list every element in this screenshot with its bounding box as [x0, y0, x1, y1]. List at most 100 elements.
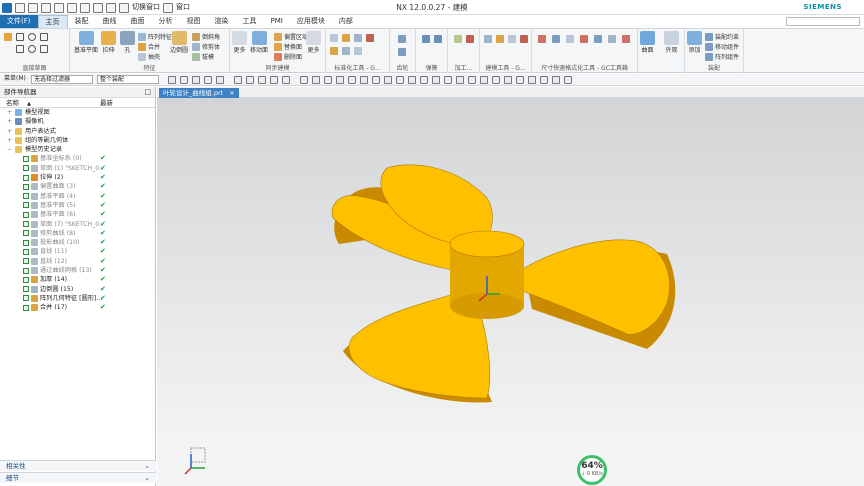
tab-8[interactable]: 工具: [236, 15, 264, 28]
array-component-button[interactable]: 阵列组件: [705, 52, 739, 61]
select-icon[interactable]: [192, 76, 200, 84]
snap-icon[interactable]: [384, 76, 392, 84]
propeller-model[interactable]: [157, 98, 864, 486]
tab-6[interactable]: 视图: [180, 15, 208, 28]
shell-button[interactable]: 抽壳: [138, 52, 160, 61]
chevron-down-icon[interactable]: ⌄: [145, 461, 150, 472]
expand-icon[interactable]: +: [7, 136, 13, 145]
snap-icon[interactable]: [324, 76, 332, 84]
selection-filter-dropdown[interactable]: 无选择过滤器: [31, 75, 93, 84]
draft-button[interactable]: 拔模: [192, 52, 214, 61]
feature-checkbox[interactable]: [23, 239, 29, 246]
snap-icon[interactable]: [456, 76, 464, 84]
datum-plane-button[interactable]: 基准平面: [74, 31, 98, 54]
gear-icon[interactable]: [398, 48, 406, 56]
chevron-down-icon[interactable]: ⌄: [145, 473, 150, 484]
snap-icon[interactable]: [336, 76, 344, 84]
view-icon[interactable]: [234, 76, 242, 84]
feature-row[interactable]: 草图 (7) "SKETCH_0... ✔: [0, 220, 155, 229]
snap-icon[interactable]: [540, 76, 548, 84]
gear-icon[interactable]: [398, 35, 406, 43]
feature-row[interactable]: 草图 (1) "SKETCH_0... ✔: [0, 164, 155, 173]
rectangle-icon[interactable]: [16, 45, 24, 53]
snap-icon[interactable]: [480, 76, 488, 84]
graphics-viewport[interactable]: 64% ↓ 0 KB/s: [157, 98, 864, 486]
dimension-tool-icon[interactable]: [622, 35, 630, 43]
standard-tool-icon[interactable]: [330, 34, 338, 42]
feature-row[interactable]: 边倒圆 (15) ✔: [0, 285, 155, 294]
snap-icon[interactable]: [360, 76, 368, 84]
select-icon[interactable]: [180, 76, 188, 84]
feature-checkbox[interactable]: [23, 174, 29, 181]
feature-row[interactable]: 修剪曲线 (8) ✔: [0, 229, 155, 238]
render-style-icon[interactable]: [282, 76, 290, 84]
feature-checkbox[interactable]: [23, 248, 29, 255]
feature-checkbox[interactable]: [23, 286, 29, 293]
chamfer-button[interactable]: 倒斜角: [192, 32, 220, 41]
snap-icon[interactable]: [300, 76, 308, 84]
view-triad-icon[interactable]: [184, 447, 206, 475]
snap-icon[interactable]: [492, 76, 500, 84]
more-sync-button[interactable]: 更多: [306, 31, 321, 54]
delete-face-button[interactable]: 删除面: [274, 52, 302, 61]
spring-icon[interactable]: [422, 35, 430, 43]
snap-icon[interactable]: [564, 76, 572, 84]
details-panel[interactable]: 细节 ⌄: [0, 472, 156, 483]
feature-row[interactable]: 拉伸 (2) ✔: [0, 173, 155, 182]
tree-node[interactable]: + 模型视图: [0, 108, 155, 117]
modeling-tool-icon[interactable]: [508, 35, 516, 43]
feature-checkbox[interactable]: [23, 230, 29, 237]
dimension-tool-icon[interactable]: [580, 35, 588, 43]
replace-face-button[interactable]: 替换面: [274, 42, 302, 51]
snap-icon[interactable]: [468, 76, 476, 84]
modeling-tool-icon[interactable]: [496, 35, 504, 43]
sketch-icon[interactable]: [4, 33, 12, 41]
add-component-button[interactable]: 添加: [687, 31, 702, 54]
modeling-tool-icon[interactable]: [520, 35, 528, 43]
feature-checkbox[interactable]: [23, 165, 29, 172]
feature-checkbox[interactable]: [23, 183, 29, 190]
feature-row[interactable]: 基准平面 (5) ✔: [0, 201, 155, 210]
feature-row[interactable]: 阵列几何特征 [圆形]... ✔: [0, 294, 155, 303]
trim-body-button[interactable]: 修剪体: [192, 42, 220, 51]
dimension-tool-icon[interactable]: [594, 35, 602, 43]
snap-icon[interactable]: [408, 76, 416, 84]
tab-11[interactable]: 内部: [332, 15, 360, 28]
feature-checkbox[interactable]: [23, 258, 29, 265]
feature-row[interactable]: 基准平面 (6) ✔: [0, 210, 155, 219]
snap-icon[interactable]: [504, 76, 512, 84]
dimension-tool-icon[interactable]: [552, 35, 560, 43]
combine-button[interactable]: 合并: [138, 42, 160, 51]
feature-checkbox[interactable]: [23, 155, 29, 162]
move-component-button[interactable]: 移动组件: [705, 42, 739, 51]
arc-icon[interactable]: [28, 45, 36, 53]
expand-icon[interactable]: −: [7, 145, 13, 154]
appearance-button[interactable]: 外观: [664, 31, 679, 54]
snap-icon[interactable]: [552, 76, 560, 84]
feature-row[interactable]: 通过曲线网格 (13) ✔: [0, 266, 155, 275]
offset-area-button[interactable]: 偏置区域: [274, 32, 308, 41]
tab-5[interactable]: 分析: [152, 15, 180, 28]
dependencies-panel[interactable]: 相关性 ⌄: [0, 460, 156, 471]
snap-icon[interactable]: [528, 76, 536, 84]
tab-3[interactable]: 曲线: [96, 15, 124, 28]
standard-tool-icon[interactable]: [354, 47, 362, 55]
standard-tool-icon[interactable]: [330, 47, 338, 55]
column-latest[interactable]: 最新: [100, 98, 113, 108]
extrude-button[interactable]: 拉伸: [101, 31, 116, 54]
feature-checkbox[interactable]: [23, 295, 29, 302]
snap-icon[interactable]: [444, 76, 452, 84]
expand-icon[interactable]: +: [7, 108, 13, 117]
standard-tool-icon[interactable]: [354, 34, 362, 42]
line-icon[interactable]: [40, 33, 48, 41]
snap-icon[interactable]: [396, 76, 404, 84]
spring-icon[interactable]: [434, 35, 442, 43]
tree-node[interactable]: + 摄像机: [0, 117, 155, 126]
column-name[interactable]: 名称: [6, 99, 19, 107]
modeling-tool-icon[interactable]: [484, 35, 492, 43]
more-feature-button[interactable]: 更多: [232, 31, 247, 54]
tab-7[interactable]: 渲染: [208, 15, 236, 28]
tab-2[interactable]: 装配: [68, 15, 96, 28]
feature-row[interactable]: 直线 (12) ✔: [0, 257, 155, 266]
snap-icon[interactable]: [348, 76, 356, 84]
